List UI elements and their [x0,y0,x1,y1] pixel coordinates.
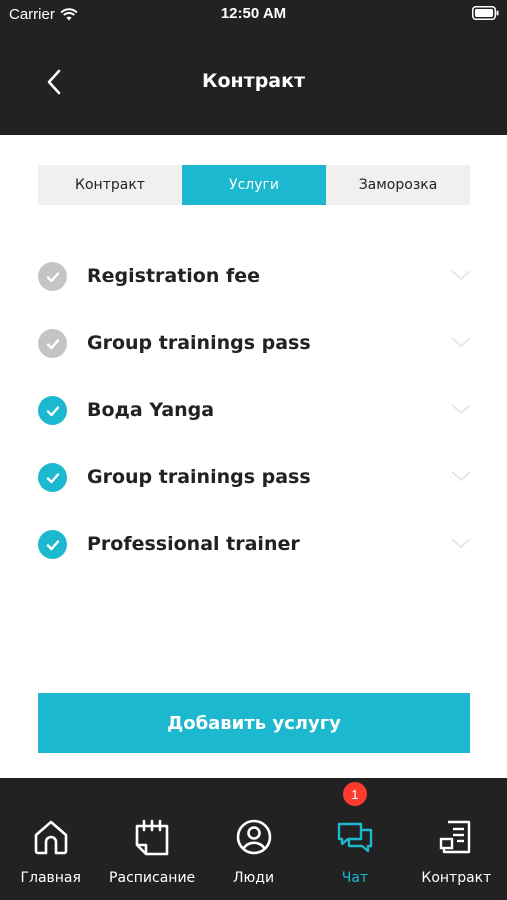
check-circle-icon [38,530,67,559]
check-circle-icon [38,329,67,358]
home-icon [34,820,68,855]
list-item[interactable]: Professional trainer [0,511,507,578]
check-circle-icon [38,396,67,425]
notification-badge: 1 [342,782,367,806]
chat-icon [337,822,373,853]
chevron-down-icon[interactable] [450,335,472,349]
list-item[interactable]: Group trainings pass [0,444,507,511]
tab-freeze-label: Заморозка [358,177,438,193]
tab-contract-nav-label: Контракт [421,870,492,886]
list-item[interactable]: Group trainings pass [0,310,507,377]
tab-people[interactable]: Люди [203,778,304,900]
service-name: Group trainings pass [87,466,311,488]
tab-home[interactable]: Главная [0,778,101,900]
tab-schedule[interactable]: Расписание [101,778,202,900]
page-title: Контракт [201,70,306,92]
tab-services[interactable]: Услуги [182,165,326,205]
tab-people-label: Люди [232,870,275,886]
service-name: Вода Yanga [87,399,215,421]
status-time: 12:50 AM [220,5,287,22]
add-service-button[interactable]: Добавить услугу [38,693,470,753]
person-icon [236,819,271,855]
segmented-control: Контракт Услуги Заморозка [38,165,470,205]
status-bar: Carrier 12:50 AM [0,0,507,30]
service-name: Group trainings pass [87,332,311,354]
document-icon [440,820,471,854]
chevron-down-icon[interactable] [450,469,472,483]
tab-schedule-label: Расписание [109,870,196,886]
bottom-tab-bar: Главная Расписание Люди 1 Чат Контракт [0,778,507,900]
tab-contract[interactable]: Контракт [38,165,182,205]
chevron-down-icon[interactable] [450,402,472,416]
calendar-icon [135,819,169,856]
chevron-down-icon[interactable] [450,268,472,282]
check-circle-icon [38,463,67,492]
service-list: Registration fee Group trainings pass Во… [0,243,507,578]
tab-services-label: Услуги [229,177,279,193]
check-circle-icon [38,262,67,291]
navigation-header: Контракт [0,30,507,135]
tab-contract-label: Контракт [75,177,145,193]
chevron-down-icon[interactable] [450,536,472,550]
tab-chat-label: Чат [341,870,369,886]
tab-home-label: Главная [20,870,81,886]
list-item[interactable]: Вода Yanga [0,377,507,444]
tab-chat[interactable]: 1 Чат [304,778,405,900]
tab-contract-nav[interactable]: Контракт [406,778,507,900]
service-name: Professional trainer [87,533,300,555]
list-item[interactable]: Registration fee [0,243,507,310]
service-name: Registration fee [87,265,261,287]
battery-icon [472,6,499,20]
tab-freeze[interactable]: Заморозка [326,165,470,205]
